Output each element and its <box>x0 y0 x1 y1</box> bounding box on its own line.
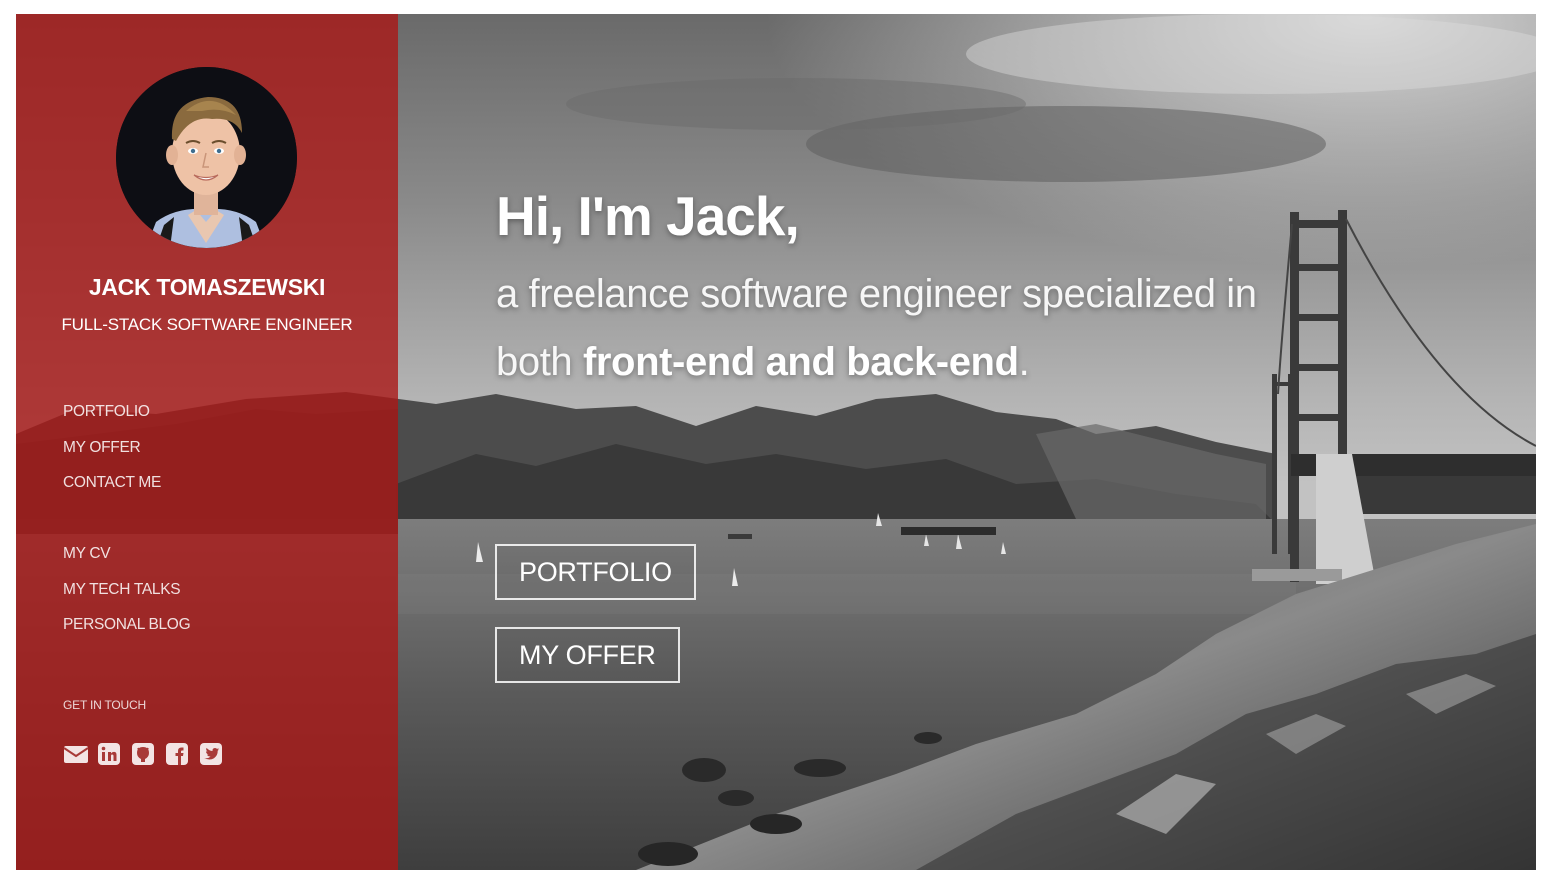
nav-item-personal-blog[interactable]: PERSONAL BLOG <box>63 615 191 651</box>
get-in-touch-heading: GET IN TOUCH <box>63 698 146 712</box>
social-links <box>63 742 223 766</box>
nav-item-my-tech-talks[interactable]: MY TECH TALKS <box>63 580 190 616</box>
nav-item-portfolio[interactable]: PORTFOLIO <box>63 402 161 438</box>
linkedin-icon[interactable] <box>97 742 121 766</box>
github-icon[interactable] <box>131 742 155 766</box>
hero-line2-suffix: . <box>1018 340 1030 384</box>
portfolio-button[interactable]: PORTFOLIO <box>495 544 696 600</box>
secondary-nav: MY CV MY TECH TALKS PERSONAL BLOG <box>63 544 191 651</box>
my-offer-button[interactable]: MY OFFER <box>495 627 680 683</box>
sidebar: JACK TOMASZEWSKI FULL-STACK SOFTWARE ENG… <box>16 14 398 870</box>
avatar <box>116 67 297 248</box>
nav-item-contact-me[interactable]: CONTACT ME <box>63 473 161 509</box>
hero-line2-prefix: both <box>496 340 583 384</box>
email-icon[interactable] <box>63 742 89 766</box>
hero-tagline-line1: a freelance software engineer specialize… <box>496 272 1257 316</box>
profile-name: JACK TOMASZEWSKI <box>88 274 326 300</box>
nav-item-my-offer[interactable]: MY OFFER <box>63 438 161 474</box>
twitter-icon[interactable] <box>199 742 223 766</box>
page: JACK TOMASZEWSKI FULL-STACK SOFTWARE ENG… <box>16 14 1536 870</box>
profile-role: FULL-STACK SOFTWARE ENGINEER <box>61 315 353 334</box>
hero-greeting: Hi, I'm Jack, <box>496 185 800 247</box>
hero-line2-emphasis: front-end and back-end <box>582 340 1019 384</box>
facebook-icon[interactable] <box>165 742 189 766</box>
hero-tagline-line2: both front-end and back-end. <box>496 340 1030 385</box>
primary-nav: PORTFOLIO MY OFFER CONTACT ME <box>63 402 161 509</box>
nav-item-my-cv[interactable]: MY CV <box>63 544 190 580</box>
